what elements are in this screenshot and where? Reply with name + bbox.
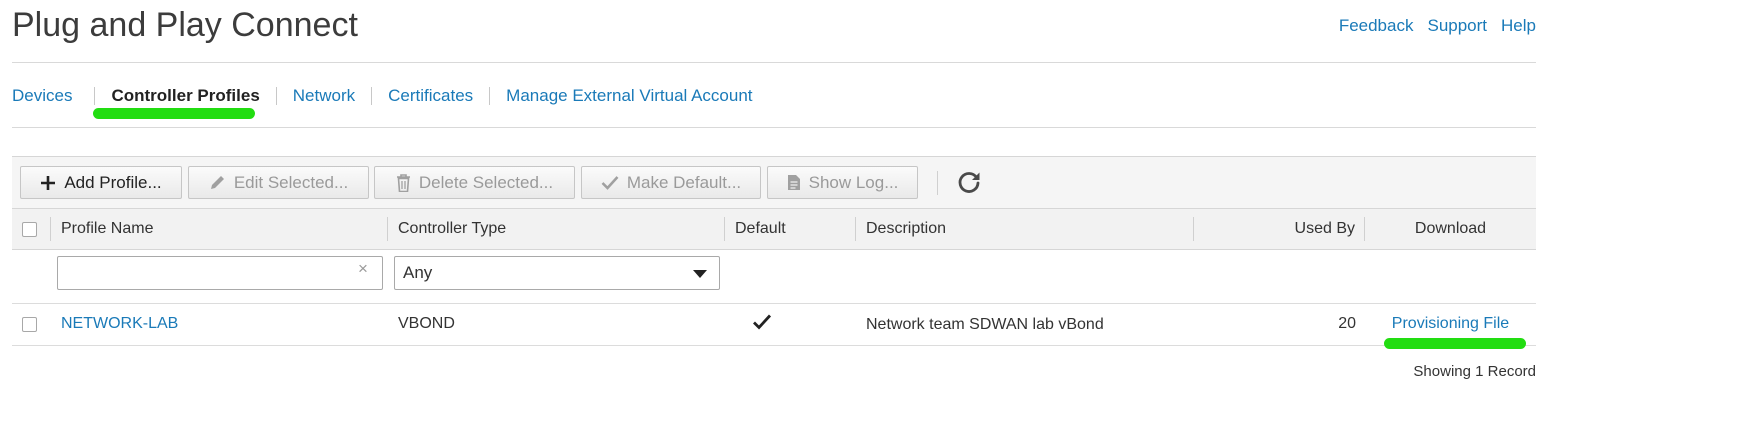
controller-type-cell: VBOND: [398, 315, 455, 332]
profile-name-link[interactable]: NETWORK-LAB: [61, 315, 178, 332]
table-row: NETWORK-LAB VBOND Network team SDWAN lab…: [12, 304, 1536, 346]
pencil-icon: [210, 176, 224, 189]
controller-type-filter-value: Any: [403, 263, 433, 282]
make-default-label: Make Default...: [626, 172, 742, 192]
tab-separator: [94, 87, 96, 105]
add-profile-button[interactable]: Add Profile...: [20, 166, 182, 199]
profile-name-filter-input[interactable]: [57, 256, 383, 290]
top-links: Feedback Support Help: [1339, 16, 1536, 36]
tab-devices[interactable]: Devices: [12, 86, 72, 106]
header-divider: [12, 62, 1536, 63]
check-icon: [601, 176, 619, 190]
row-checkbox[interactable]: [22, 317, 37, 332]
feedback-link[interactable]: Feedback: [1339, 16, 1414, 36]
record-count: Showing 1 Record: [1413, 363, 1536, 380]
column-separator: [724, 217, 725, 241]
add-profile-label: Add Profile...: [64, 172, 162, 192]
column-separator: [387, 217, 388, 241]
tab-separator: [489, 87, 491, 105]
column-separator: [855, 217, 856, 241]
tab-separator: [275, 87, 277, 105]
edit-selected-button[interactable]: Edit Selected...: [188, 166, 369, 199]
column-header-used-by[interactable]: Used By: [1295, 209, 1355, 249]
used-by-cell: 20: [1338, 315, 1356, 332]
column-header-default[interactable]: Default: [735, 209, 786, 249]
tab-controller-profiles-label: Controller Profiles: [111, 86, 260, 105]
check-icon: [753, 314, 772, 330]
column-separator: [50, 217, 51, 241]
document-icon: [787, 175, 800, 190]
help-link[interactable]: Help: [1501, 16, 1536, 36]
tab-controller-profiles[interactable]: Controller Profiles: [111, 86, 259, 106]
tabs-divider: [12, 127, 1536, 128]
toolbar: Add Profile... Edit Selected... Delete S…: [12, 156, 1536, 208]
default-check-cell: [752, 302, 772, 342]
download-highlight-marker: [1384, 338, 1526, 349]
make-default-button[interactable]: Make Default...: [581, 166, 761, 199]
page-title: Plug and Play Connect: [12, 6, 358, 44]
delete-selected-button[interactable]: Delete Selected...: [374, 166, 575, 199]
column-header-profile-name[interactable]: Profile Name: [61, 209, 153, 249]
clear-filter-icon[interactable]: ×: [358, 259, 368, 279]
column-separator: [1193, 217, 1194, 241]
controller-type-filter-select[interactable]: Any: [394, 256, 720, 290]
column-header-description[interactable]: Description: [866, 209, 946, 249]
select-all-checkbox[interactable]: [22, 222, 37, 237]
tab-bar: Devices Controller Profiles Network Cert…: [12, 86, 753, 106]
provisioning-file-link[interactable]: Provisioning File: [1392, 315, 1509, 332]
plus-icon: [41, 175, 56, 190]
show-log-label: Show Log...: [808, 172, 899, 192]
tab-separator: [371, 87, 373, 105]
refresh-icon[interactable]: [956, 170, 982, 196]
description-cell: Network team SDWAN lab vBond: [866, 316, 1104, 333]
tab-highlight-marker: [93, 108, 255, 119]
tab-manage-external-virtual-account[interactable]: Manage External Virtual Account: [506, 86, 752, 106]
delete-selected-label: Delete Selected...: [418, 172, 554, 192]
tab-certificates[interactable]: Certificates: [388, 86, 473, 106]
chevron-down-icon: [693, 270, 707, 278]
toolbar-divider: [937, 171, 938, 195]
trash-icon: [396, 173, 410, 192]
column-header-download[interactable]: Download: [1365, 209, 1536, 249]
table-header: Profile Name Controller Type Default Des…: [12, 208, 1536, 250]
filter-row: × Any: [12, 250, 1536, 304]
edit-selected-label: Edit Selected...: [233, 172, 349, 192]
tab-network[interactable]: Network: [293, 86, 355, 106]
show-log-button[interactable]: Show Log...: [767, 166, 918, 199]
support-link[interactable]: Support: [1427, 16, 1487, 36]
column-header-controller-type[interactable]: Controller Type: [398, 209, 506, 249]
